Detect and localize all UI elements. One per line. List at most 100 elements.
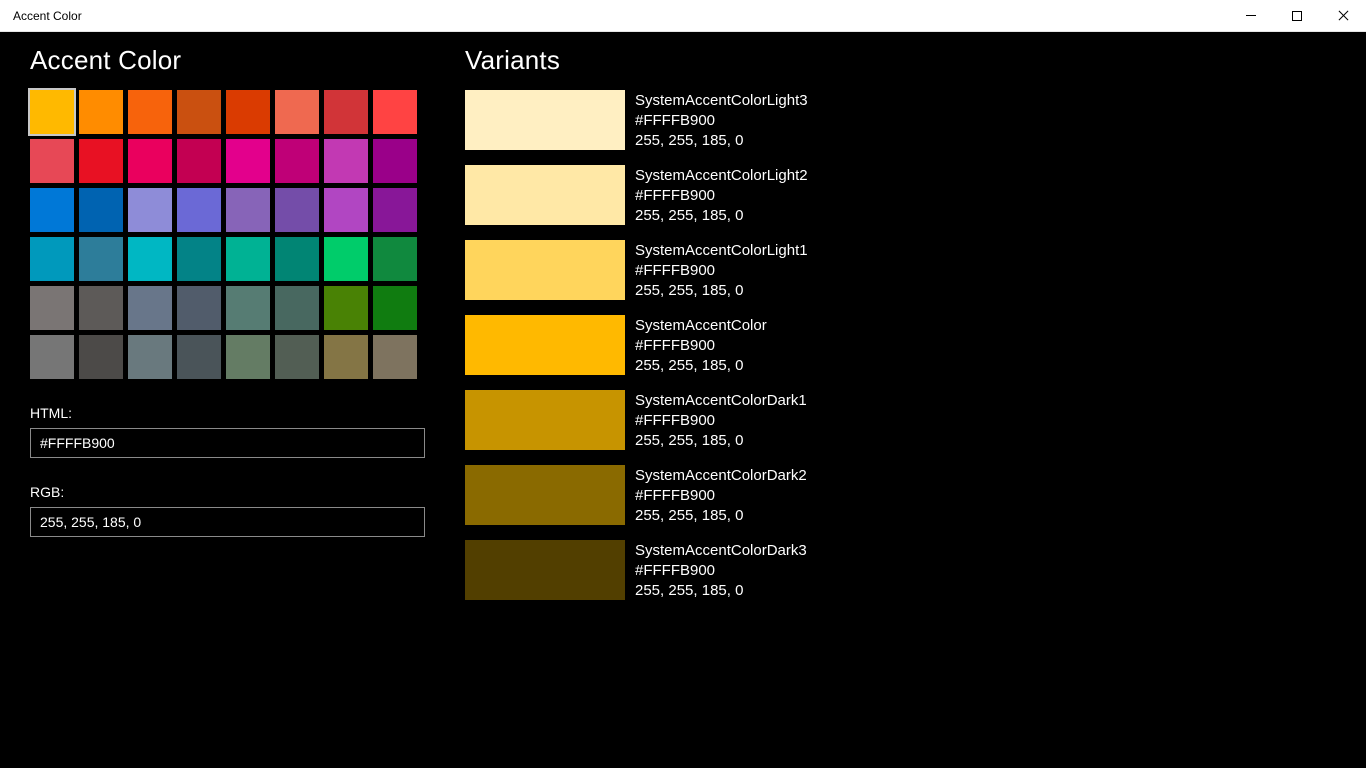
palette-swatch[interactable] xyxy=(128,90,172,134)
palette-swatch[interactable] xyxy=(373,188,417,232)
variant-row: SystemAccentColorLight3 #FFFFB900 255, 255… xyxy=(465,90,1085,151)
palette-swatch[interactable] xyxy=(226,335,270,379)
variant-hex: #FFFFB900 xyxy=(635,112,716,129)
variant-hex: #FFFFB900 xyxy=(635,187,716,204)
variant-swatch xyxy=(465,315,625,375)
window-title: Accent Color xyxy=(13,8,82,23)
variant-name: SystemAccentColorLight3 xyxy=(635,92,808,109)
palette-swatch[interactable] xyxy=(128,286,172,330)
variant-swatch xyxy=(465,165,625,225)
title-bar: Accent Color xyxy=(0,0,1366,32)
accent-palette-grid xyxy=(28,88,425,379)
variant-swatch xyxy=(465,465,625,525)
variant-name: SystemAccentColorDark3 xyxy=(635,542,807,559)
variant-rgb: 255, 255, 185, 0 xyxy=(635,207,744,224)
palette-swatch[interactable] xyxy=(79,286,123,330)
palette-swatch[interactable] xyxy=(177,188,221,232)
variant-text: SystemAccentColorLight1 #FFFFB900 255, 255… xyxy=(635,240,808,301)
palette-swatch[interactable] xyxy=(324,237,368,281)
palette-swatch[interactable] xyxy=(177,139,221,183)
variant-row: SystemAccentColorLight1 #FFFFB900 255, 255… xyxy=(465,240,1085,301)
palette-swatch[interactable] xyxy=(373,286,417,330)
palette-swatch[interactable] xyxy=(128,188,172,232)
palette-swatch[interactable] xyxy=(324,188,368,232)
palette-swatch[interactable] xyxy=(373,335,417,379)
palette-swatch[interactable] xyxy=(226,286,270,330)
palette-swatch[interactable] xyxy=(30,188,74,232)
variant-text: SystemAccentColorDark1 #FFFFB900 255, 255,… xyxy=(635,390,807,451)
variant-name: SystemAccentColorDark2 xyxy=(635,467,807,484)
palette-swatch[interactable] xyxy=(275,139,319,183)
variant-row: SystemAccentColor #FFFFB900 255, 255, 185,… xyxy=(465,315,1085,376)
html-label: HTML: xyxy=(30,405,72,421)
palette-swatch[interactable] xyxy=(226,139,270,183)
variant-row: SystemAccentColorLight2 #FFFFB900 255, 255… xyxy=(465,165,1085,226)
palette-swatch[interactable] xyxy=(226,237,270,281)
variant-hex: #FFFFB900 xyxy=(635,337,716,354)
variant-text: SystemAccentColorDark2 #FFFFB900 255, 255,… xyxy=(635,465,807,526)
palette-swatch[interactable] xyxy=(373,237,417,281)
minimize-icon xyxy=(1246,15,1256,16)
palette-swatch[interactable] xyxy=(275,237,319,281)
variant-rgb: 255, 255, 185, 0 xyxy=(635,432,744,449)
variant-text: SystemAccentColorLight2 #FFFFB900 255, 255… xyxy=(635,165,808,226)
palette-swatch[interactable] xyxy=(177,237,221,281)
palette-swatch[interactable] xyxy=(275,335,319,379)
variant-swatch xyxy=(465,240,625,300)
variant-text: SystemAccentColorLight3 #FFFFB900 255, 255… xyxy=(635,90,808,151)
variant-row: SystemAccentColorDark3 #FFFFB900 255, 255,… xyxy=(465,540,1085,601)
palette-swatch[interactable] xyxy=(30,237,74,281)
palette-swatch[interactable] xyxy=(177,286,221,330)
palette-swatch[interactable] xyxy=(30,286,74,330)
palette-swatch[interactable] xyxy=(226,188,270,232)
minimize-button[interactable] xyxy=(1228,0,1274,32)
palette-swatch[interactable] xyxy=(275,188,319,232)
accent-color-section: Accent Color HTML: RGB: xyxy=(28,32,425,537)
variant-hex: #FFFFB900 xyxy=(635,562,716,579)
palette-swatch[interactable] xyxy=(275,90,319,134)
palette-swatch[interactable] xyxy=(28,88,76,136)
close-button[interactable] xyxy=(1320,0,1366,32)
variant-rgb: 255, 255, 185, 0 xyxy=(635,582,744,599)
variant-row: SystemAccentColorDark2 #FFFFB900 255, 255,… xyxy=(465,465,1085,526)
variant-swatch xyxy=(465,90,625,150)
maximize-button[interactable] xyxy=(1274,0,1320,32)
rgb-input[interactable] xyxy=(30,507,425,537)
variant-text: SystemAccentColorDark3 #FFFFB900 255, 255,… xyxy=(635,540,807,601)
palette-swatch[interactable] xyxy=(324,139,368,183)
variant-hex: #FFFFB900 xyxy=(635,487,716,504)
palette-swatch[interactable] xyxy=(79,90,123,134)
variant-name: SystemAccentColorLight1 xyxy=(635,242,808,259)
close-icon xyxy=(1338,11,1348,21)
palette-swatch[interactable] xyxy=(275,286,319,330)
palette-swatch[interactable] xyxy=(30,139,74,183)
palette-swatch[interactable] xyxy=(128,237,172,281)
palette-swatch[interactable] xyxy=(79,335,123,379)
palette-swatch[interactable] xyxy=(177,335,221,379)
palette-swatch[interactable] xyxy=(128,335,172,379)
palette-swatch[interactable] xyxy=(373,139,417,183)
variant-rgb: 255, 255, 185, 0 xyxy=(635,282,744,299)
accent-color-heading: Accent Color xyxy=(30,45,182,75)
palette-swatch[interactable] xyxy=(79,237,123,281)
variant-rgb: 255, 255, 185, 0 xyxy=(635,132,744,149)
palette-swatch[interactable] xyxy=(373,90,417,134)
html-input[interactable] xyxy=(30,428,425,458)
variants-list: SystemAccentColorLight3 #FFFFB900 255, 255… xyxy=(465,90,1085,601)
rgb-label: RGB: xyxy=(30,484,65,500)
variant-rgb: 255, 255, 185, 0 xyxy=(635,357,744,374)
palette-swatch[interactable] xyxy=(79,139,123,183)
variant-swatch xyxy=(465,540,625,600)
variant-name: SystemAccentColorLight2 xyxy=(635,167,808,184)
palette-swatch[interactable] xyxy=(79,188,123,232)
variant-name: SystemAccentColorDark1 xyxy=(635,392,807,409)
palette-swatch[interactable] xyxy=(324,90,368,134)
palette-swatch[interactable] xyxy=(30,335,74,379)
variant-swatch xyxy=(465,390,625,450)
variant-rgb: 255, 255, 185, 0 xyxy=(635,507,744,524)
palette-swatch[interactable] xyxy=(324,335,368,379)
palette-swatch[interactable] xyxy=(324,286,368,330)
palette-swatch[interactable] xyxy=(177,90,221,134)
palette-swatch[interactable] xyxy=(128,139,172,183)
palette-swatch[interactable] xyxy=(226,90,270,134)
